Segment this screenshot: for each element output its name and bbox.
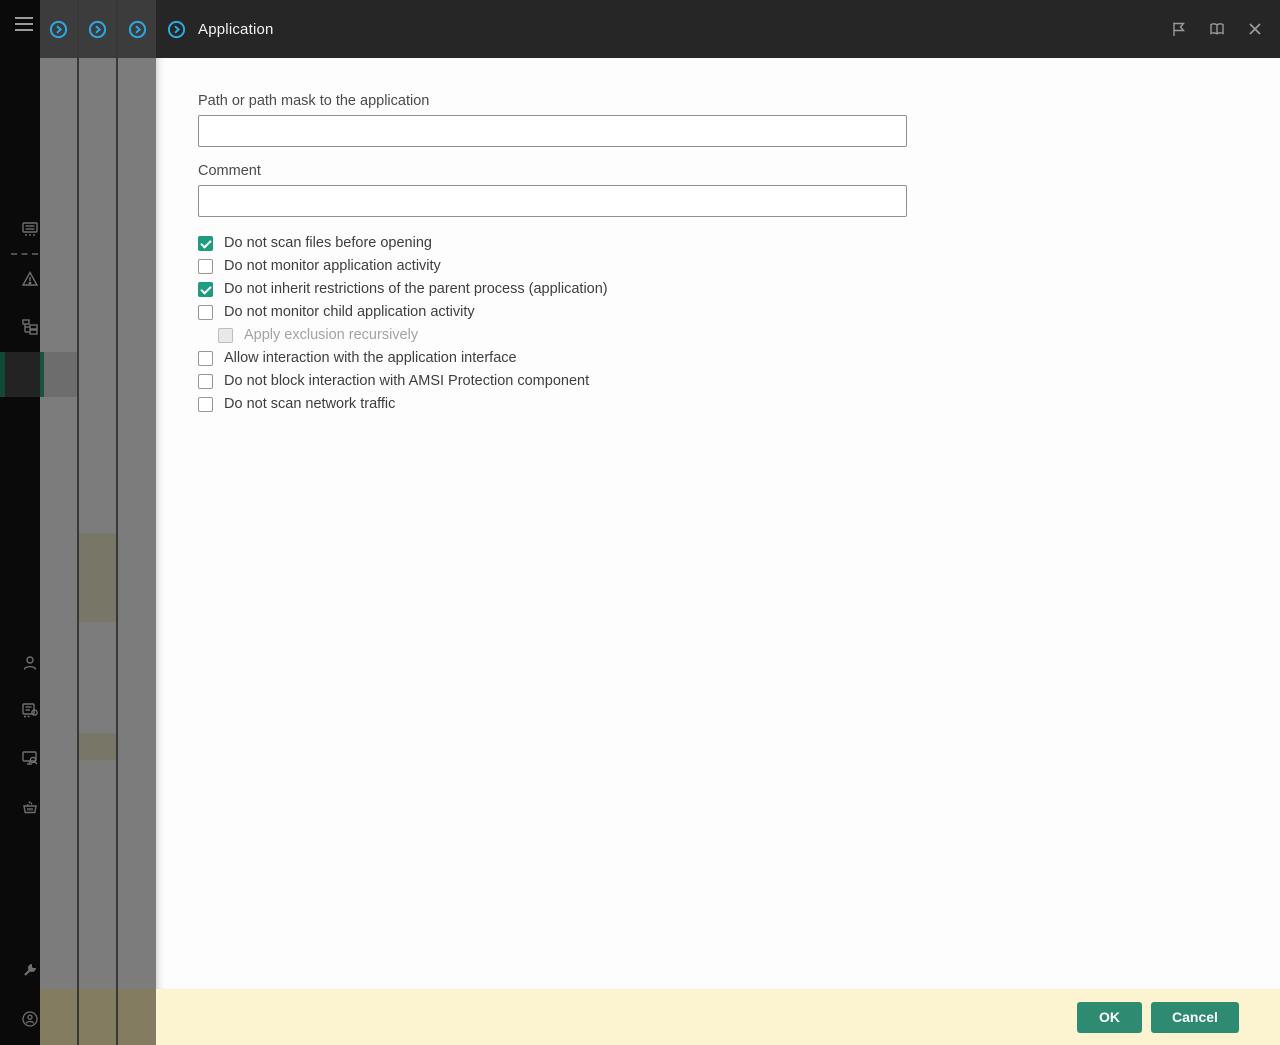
stacked-dialog-1-selected-row bbox=[40, 352, 77, 397]
checkbox-label: Apply exclusion recursively bbox=[244, 327, 419, 343]
titlebar-actions bbox=[1171, 21, 1263, 37]
stacked-dialog-1-footer bbox=[40, 989, 77, 1045]
checkbox-do-not-scan-network-traffic[interactable]: Do not scan network traffic bbox=[198, 394, 1280, 414]
checkbox-label: Do not block interaction with AMSI Prote… bbox=[224, 373, 590, 389]
cancel-button[interactable]: Cancel bbox=[1151, 1001, 1239, 1033]
sidebar-item-selected[interactable] bbox=[0, 352, 40, 397]
tree-structure-icon[interactable] bbox=[21, 318, 39, 336]
checkbox-do-not-block-amsi[interactable]: Do not block interaction with AMSI Prote… bbox=[198, 371, 1280, 391]
device-search-icon[interactable] bbox=[21, 749, 39, 767]
checkbox-box[interactable] bbox=[198, 396, 213, 412]
hamburger-menu-icon[interactable] bbox=[15, 17, 33, 31]
circle-chevron-icon bbox=[88, 20, 107, 38]
list-settings-icon[interactable] bbox=[21, 701, 39, 719]
stacked-dialog-3-body bbox=[118, 58, 156, 989]
dialog-title: Application bbox=[198, 20, 274, 38]
support-person-icon[interactable] bbox=[21, 1010, 39, 1028]
checkbox-do-not-monitor-child-activity[interactable]: Do not monitor child application activit… bbox=[198, 302, 1280, 322]
stacked-dialog-2-row-block bbox=[79, 733, 116, 760]
stacked-dialog-3 bbox=[118, 0, 156, 1045]
circle-chevron-icon bbox=[128, 20, 146, 38]
checkbox-box[interactable] bbox=[198, 373, 213, 389]
checkbox-do-not-scan-files[interactable]: Do not scan files before opening bbox=[198, 233, 1280, 253]
checkbox-label: Do not scan network traffic bbox=[224, 396, 396, 412]
dialog-titlebar: Application bbox=[156, 0, 1280, 58]
checkbox-do-not-monitor-activity[interactable]: Do not monitor application activity bbox=[198, 256, 1280, 276]
checkbox-label: Do not scan files before opening bbox=[224, 235, 432, 251]
ok-button[interactable]: OK bbox=[1077, 1001, 1142, 1033]
stacked-dialog-3-footer bbox=[118, 989, 156, 1045]
wrench-icon[interactable] bbox=[21, 961, 39, 979]
app-window: Application Path or path mask to the app… bbox=[0, 0, 1280, 1045]
checkbox-do-not-inherit-restrictions[interactable]: Do not inherit restrictions of the paren… bbox=[198, 279, 1280, 299]
stacked-dialogs bbox=[40, 0, 156, 1045]
monitoring-icon[interactable] bbox=[21, 220, 39, 238]
comment-label: Comment bbox=[198, 163, 261, 179]
stacked-dialog-2-titlebar bbox=[79, 0, 116, 58]
sidebar-divider bbox=[11, 253, 38, 255]
application-dialog: Application Path or path mask to the app… bbox=[156, 0, 1280, 1045]
checkbox-box[interactable] bbox=[198, 350, 213, 366]
stacked-dialog-1 bbox=[40, 0, 77, 1045]
stacked-dialog-2-footer bbox=[79, 989, 116, 1045]
checkbox-box[interactable] bbox=[198, 235, 213, 251]
checkbox-box bbox=[218, 327, 233, 343]
path-label: Path or path mask to the application bbox=[198, 93, 430, 109]
stacked-dialog-3-titlebar bbox=[118, 0, 156, 58]
comment-input[interactable] bbox=[198, 185, 907, 217]
checkbox-label: Do not monitor child application activit… bbox=[224, 304, 475, 320]
checkbox-label: Do not inherit restrictions of the paren… bbox=[224, 281, 608, 297]
exclusion-options: Do not scan files before opening Do not … bbox=[198, 233, 1280, 414]
open-book-icon[interactable] bbox=[1209, 21, 1225, 37]
stacked-dialog-2 bbox=[79, 0, 116, 1045]
checkbox-apply-exclusion-recursively: Apply exclusion recursively bbox=[218, 325, 1280, 345]
stacked-dialog-1-titlebar bbox=[40, 0, 77, 58]
dialog-footer: OK Cancel bbox=[156, 989, 1280, 1045]
app-sidebar bbox=[0, 0, 40, 1045]
stacked-dialog-1-body bbox=[40, 58, 77, 989]
checkbox-label: Allow interaction with the application i… bbox=[224, 350, 517, 366]
basket-icon[interactable] bbox=[21, 798, 39, 816]
checkbox-box[interactable] bbox=[198, 258, 213, 274]
warning-triangle-icon[interactable] bbox=[21, 270, 39, 288]
checkbox-label: Do not monitor application activity bbox=[224, 258, 441, 274]
dialog-content: Path or path mask to the application Com… bbox=[156, 58, 1280, 989]
checkbox-box[interactable] bbox=[198, 281, 213, 297]
stacked-dialog-2-body bbox=[79, 58, 116, 989]
stacked-dialog-2-row-block bbox=[79, 533, 116, 622]
checkbox-allow-interaction-interface[interactable]: Allow interaction with the application i… bbox=[198, 348, 1280, 368]
checkbox-box[interactable] bbox=[198, 304, 213, 320]
close-icon[interactable] bbox=[1247, 21, 1263, 37]
user-icon[interactable] bbox=[21, 654, 39, 672]
flag-icon[interactable] bbox=[1171, 21, 1187, 37]
circle-chevron-icon bbox=[167, 20, 186, 38]
circle-chevron-icon bbox=[49, 20, 68, 38]
path-input[interactable] bbox=[198, 115, 907, 147]
